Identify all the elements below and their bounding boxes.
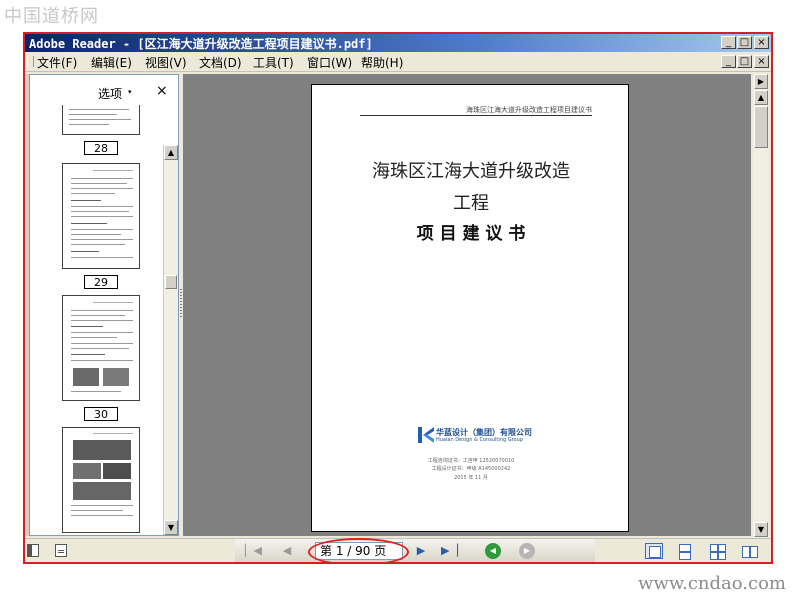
previous-view-button[interactable]: ◀ (485, 543, 501, 559)
close-pane-icon[interactable]: × (156, 83, 168, 99)
thumbnail-scrollbar[interactable]: ▲ ▼ (163, 145, 178, 535)
thumbnail-page[interactable] (62, 427, 140, 533)
doc-close-button[interactable]: × (754, 55, 769, 68)
minimize-button[interactable]: _ (721, 36, 736, 49)
scrollbar-thumb[interactable] (754, 106, 768, 148)
watermark-top: 中国道桥网 (4, 6, 99, 27)
watermark-bottom: www.cndao.com (638, 573, 786, 594)
doc-title-line3: 项 目 建 议 书 (416, 224, 526, 244)
thumbnail-page[interactable] (62, 163, 140, 269)
expand-pane-icon[interactable]: ▶ (754, 74, 768, 89)
menu-tools[interactable]: 工具(T) (253, 54, 294, 71)
chevron-down-icon[interactable]: ▾ (128, 88, 132, 96)
company-name-en: Hualan Design & Consulting Group (436, 437, 523, 443)
thumbnail-label: 30 (84, 407, 118, 421)
page-layout-icon[interactable] (27, 544, 39, 557)
thumbnail-page[interactable] (62, 295, 140, 401)
company-logo-icon (418, 427, 434, 443)
doc-title-line1: 海珠区江海大道升级改造 (372, 161, 570, 182)
menu-view[interactable]: 视图(V) (145, 54, 187, 71)
thumbnail-list: 28 29 30 (38, 105, 156, 535)
pdf-page: 海珠区江海大道升级改造工程项目建议书 海珠区江海大道升级改造 工程 项 目 建 … (311, 84, 629, 532)
single-page-view-icon[interactable] (645, 543, 663, 559)
scroll-down-icon[interactable]: ▼ (754, 522, 768, 537)
options-menu-button[interactable]: 选项 (98, 85, 122, 102)
continuous-view-icon[interactable] (675, 543, 693, 560)
navigation-bar: ▏◀ ◀ 第 1 / 90 页 ▶ ▶▕ ◀ ▶ (25, 538, 771, 562)
scroll-up-icon[interactable]: ▲ (164, 145, 178, 160)
doc-restore-button[interactable]: □ (737, 55, 752, 68)
page-header: 海珠区江海大道升级改造工程项目建议书 (466, 106, 592, 114)
cert-line-1: 工程咨询证书：工咨甲 12520070010 (427, 458, 515, 464)
thumbnail-page-27[interactable] (62, 105, 140, 135)
cert-line-2: 工程设计证书：甲级 A145000242 (431, 466, 511, 472)
first-page-button[interactable]: ▏◀ (245, 544, 262, 558)
continuous-facing-view-icon[interactable] (709, 543, 727, 560)
adobe-reader-window: Adobe Reader - [区江海大道升级改造工程项目建议书.pdf] _ … (23, 32, 773, 564)
doc-minimize-button[interactable]: _ (721, 55, 736, 68)
menu-edit[interactable]: 编辑(E) (91, 54, 132, 71)
doc-date: 2015 年 11 月 (454, 475, 488, 481)
thumbnail-label: 28 (84, 141, 118, 155)
menu-grip (27, 56, 34, 67)
scrollbar-thumb[interactable] (165, 275, 177, 289)
menu-file[interactable]: 文件(F) (37, 54, 77, 71)
document-scrollbar[interactable]: ▶ ▲ ▼ (753, 74, 769, 538)
window-title: Adobe Reader - [区江海大道升级改造工程项目建议书.pdf] (29, 37, 373, 51)
facing-view-icon[interactable] (741, 543, 759, 559)
last-page-button[interactable]: ▶▕ (441, 544, 458, 558)
doc-title-line2: 工程 (453, 193, 489, 214)
scroll-up-icon[interactable]: ▲ (754, 90, 768, 105)
document-view[interactable]: 海珠区江海大道升级改造工程项目建议书 海珠区江海大道升级改造 工程 项 目 建 … (183, 74, 751, 536)
menu-bar: 文件(F) 编辑(E) 视图(V) 文档(D) 工具(T) 窗口(W) 帮助(H… (25, 52, 771, 72)
next-view-button[interactable]: ▶ (519, 543, 535, 559)
close-button[interactable]: × (754, 36, 769, 49)
highlight-circle (308, 538, 409, 562)
menu-window[interactable]: 窗口(W) (307, 54, 352, 71)
title-bar: Adobe Reader - [区江海大道升级改造工程项目建议书.pdf] _ … (25, 34, 771, 52)
thumbnail-label: 29 (84, 275, 118, 289)
header-rule (360, 115, 592, 116)
scroll-down-icon[interactable]: ▼ (164, 520, 178, 535)
next-page-button[interactable]: ▶ (413, 544, 429, 558)
menu-document[interactable]: 文档(D) (199, 54, 242, 71)
page-icon[interactable] (55, 544, 67, 557)
previous-page-button[interactable]: ◀ (279, 544, 295, 558)
menu-help[interactable]: 帮助(H) (361, 54, 403, 71)
maximize-button[interactable]: □ (737, 36, 752, 49)
thumbnail-pane: 选项 ▾ × 28 29 30 ▲ ▼ (29, 74, 179, 536)
